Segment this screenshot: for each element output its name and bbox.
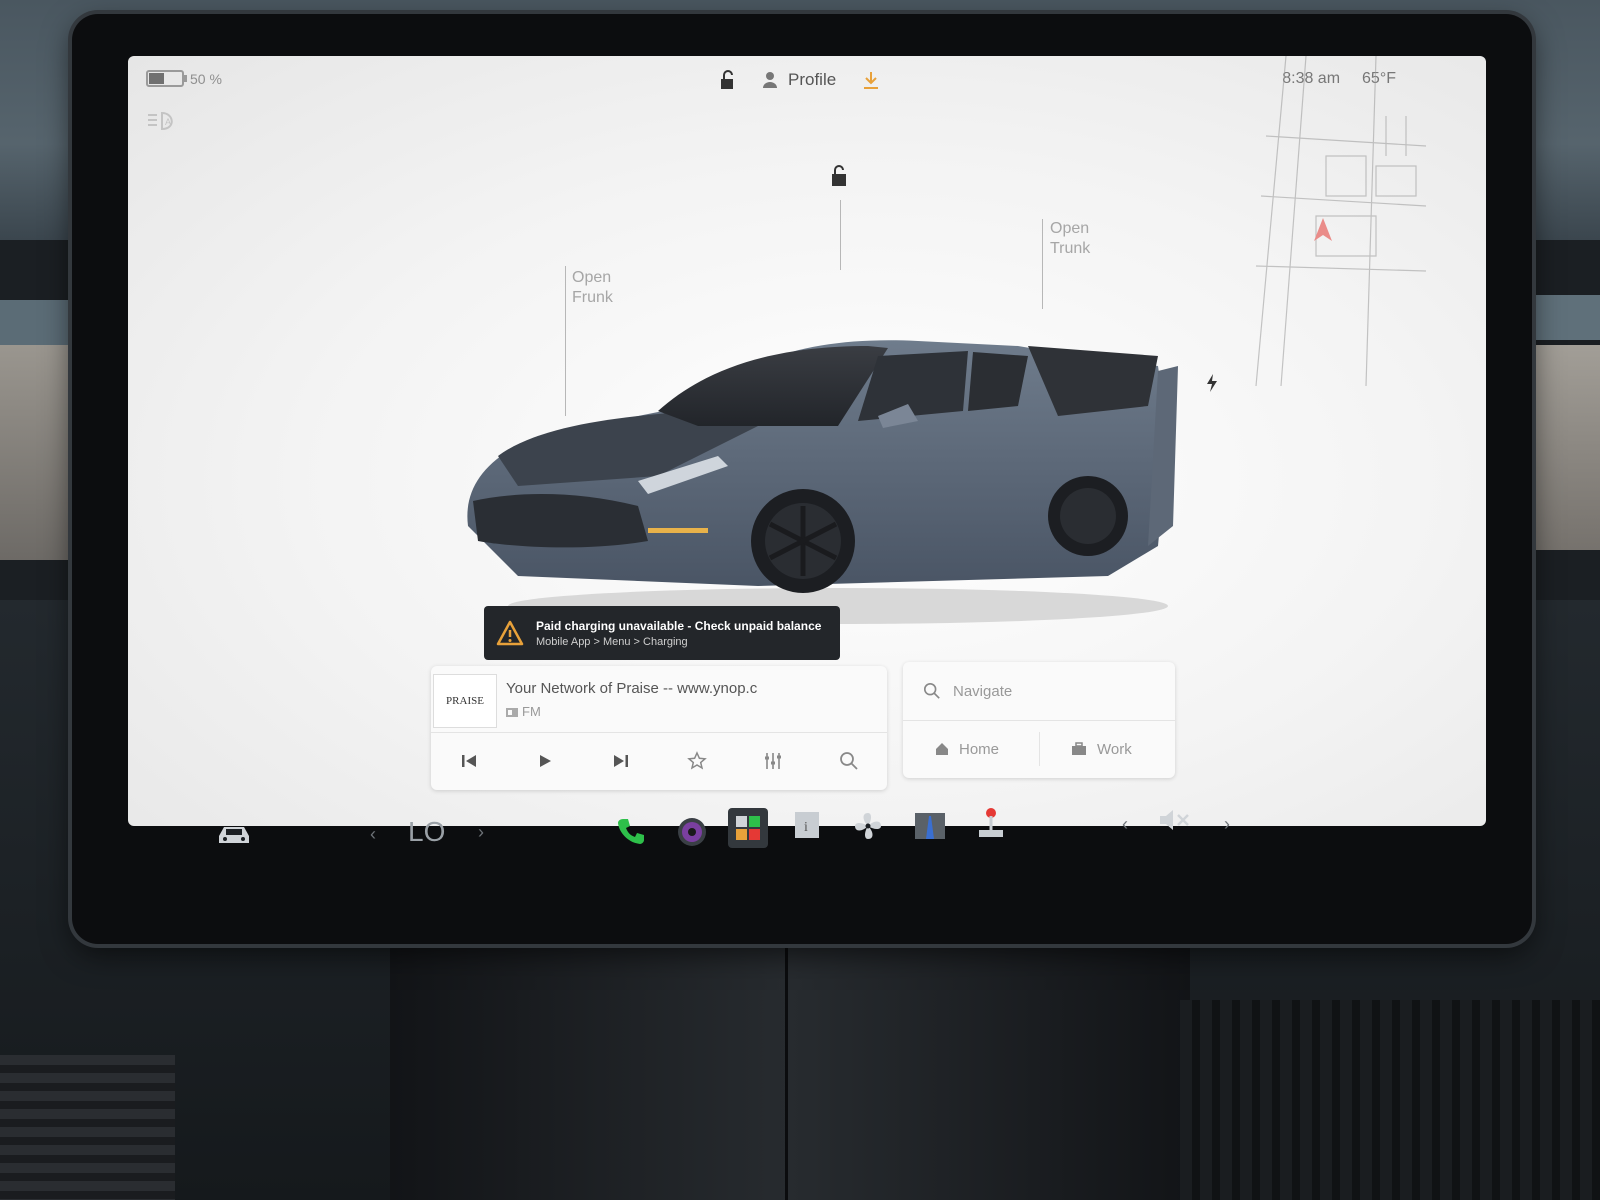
play-button[interactable]: [525, 741, 565, 781]
apps-grid-icon: [736, 816, 760, 840]
taskbar: ‹ LO › i ‹ ›: [128, 800, 1486, 880]
navigate-search[interactable]: Navigate: [903, 662, 1175, 720]
camera-icon: [678, 818, 706, 846]
car-controls-button[interactable]: [216, 822, 252, 846]
warning-icon: [496, 620, 524, 646]
vehicle-render[interactable]: [458, 286, 1218, 626]
home-icon: [936, 743, 948, 755]
volume-mute-button[interactable]: [1158, 808, 1192, 832]
briefcase-icon: [1072, 742, 1086, 755]
work-label: Work: [1097, 740, 1132, 758]
next-track-button[interactable]: [601, 741, 641, 781]
radio-band: FM: [522, 704, 541, 719]
station-name: Your Network of Praise -- www.ynop.c: [506, 680, 758, 697]
touchscreen: 50 % A Profile 8:38 am 65°F Open Frunk O…: [128, 56, 1486, 826]
charge-port-icon[interactable]: [1206, 374, 1218, 392]
lock-callout-line: [840, 200, 841, 270]
play-icon: [540, 755, 551, 767]
joystick-icon: [979, 808, 1003, 837]
center-console: [390, 920, 1190, 1200]
skip-forward-icon: [614, 755, 628, 767]
manual-app[interactable]: i: [792, 810, 822, 840]
search-icon: [840, 752, 858, 770]
open-trunk-button[interactable]: Open Trunk: [1050, 219, 1090, 259]
equalizer-icon: [765, 753, 781, 769]
svg-text:i: i: [804, 820, 808, 835]
search-icon: [923, 682, 940, 699]
profile-button[interactable]: Profile: [762, 70, 836, 90]
trunk-label-open: Open: [1050, 220, 1090, 237]
arcade-app[interactable]: [976, 806, 1006, 840]
station-logo: PRAISE: [433, 674, 497, 728]
lock-open-icon[interactable]: [718, 70, 736, 90]
home-destination-button[interactable]: Home: [935, 720, 999, 778]
climate-decrease-button[interactable]: ‹: [370, 824, 376, 845]
battery-status[interactable]: 50 %: [146, 70, 222, 87]
alert-subtitle: Mobile App > Menu > Charging: [536, 635, 688, 648]
alert-title: Paid charging unavailable - Check unpaid…: [536, 618, 822, 633]
road-icon: [915, 813, 945, 839]
fan-app[interactable]: [852, 810, 884, 842]
person-icon: [763, 72, 777, 88]
speaker-muted-icon: [1160, 810, 1189, 830]
media-search-button[interactable]: [829, 741, 869, 781]
manual-book-icon: i: [795, 812, 819, 838]
floor-mat: [1180, 1000, 1600, 1200]
skip-back-icon: [462, 755, 476, 767]
climate-increase-button[interactable]: ›: [478, 822, 484, 843]
fan-icon: [855, 813, 881, 839]
phone-app[interactable]: [616, 816, 646, 846]
previous-track-button[interactable]: [449, 741, 489, 781]
home-label: Home: [959, 740, 1000, 758]
trunk-label: Trunk: [1050, 240, 1091, 257]
frunk-label-open: Open: [572, 269, 612, 286]
pedal: [0, 1055, 175, 1200]
radio-icon: [506, 707, 518, 717]
equalizer-button[interactable]: [753, 741, 793, 781]
media-player: PRAISE Your Network of Praise -- www.yno…: [431, 666, 887, 790]
profile-label: Profile: [788, 70, 837, 89]
star-icon: [687, 751, 707, 770]
work-destination-button[interactable]: Work: [1071, 720, 1132, 778]
climate-temperature[interactable]: LO: [408, 816, 445, 848]
camera-app[interactable]: [676, 816, 708, 848]
mini-map[interactable]: [1226, 56, 1456, 386]
svg-text:A: A: [165, 117, 171, 127]
nav-arrow-icon: [1314, 218, 1332, 241]
app-launcher-button[interactable]: [728, 808, 768, 848]
volume-decrease-button[interactable]: ‹: [1122, 814, 1128, 835]
software-update-icon[interactable]: [862, 70, 880, 90]
navigate-placeholder: Navigate: [953, 682, 1013, 700]
autopilot-app[interactable]: [914, 812, 946, 840]
favorite-button[interactable]: [677, 741, 717, 781]
door-lock-icon[interactable]: [828, 164, 850, 188]
battery-percent: 50 %: [190, 70, 222, 87]
phone-icon: [618, 819, 644, 844]
auto-headlight-icon: A: [148, 111, 173, 131]
navigation-card: Navigate Home Work: [903, 662, 1175, 778]
volume-increase-button[interactable]: ›: [1224, 814, 1230, 835]
charging-alert[interactable]: Paid charging unavailable - Check unpaid…: [484, 606, 840, 660]
car-icon: [219, 827, 249, 843]
battery-icon: [146, 70, 187, 87]
